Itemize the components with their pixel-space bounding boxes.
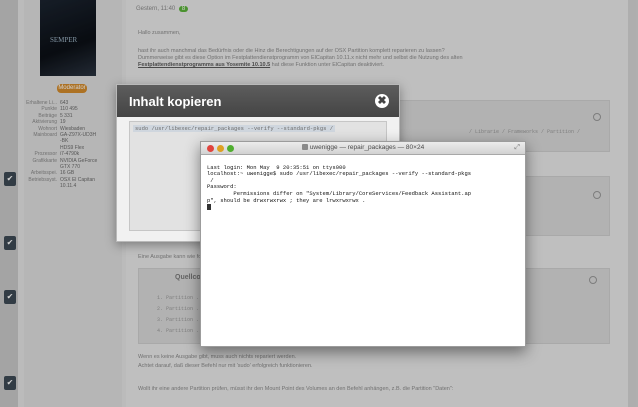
terminal-titlebar[interactable]: uwenigge — repair_packages — 80×24 ⤢	[201, 142, 525, 155]
terminal-cursor	[207, 204, 211, 211]
dialog-title: Inhalt kopieren	[129, 94, 222, 109]
selected-command-text[interactable]: sudo /usr/libexec/repair_packages --veri…	[133, 125, 336, 132]
close-icon[interactable]: ✖	[375, 94, 389, 108]
dialog-titlebar: Inhalt kopieren ✖	[117, 85, 399, 117]
home-folder-icon	[301, 144, 308, 150]
terminal-window[interactable]: uwenigge — repair_packages — 80×24 ⤢ Las…	[200, 141, 526, 347]
fullscreen-icon[interactable]: ⤢	[514, 144, 520, 152]
terminal-line-2: localhost:~ uwenigge$ sudo /usr/libexec/…	[207, 170, 472, 178]
terminal-title: uwenigge — repair_packages — 80×24	[201, 144, 525, 151]
terminal-output[interactable]: Last login: Mon May 9 20:35:51 on ttys00…	[207, 158, 519, 212]
terminal-title-text: uwenigge — repair_packages — 80×24	[309, 144, 425, 151]
terminal-line-6: p", should be drwxrwxrwx ; they are lrwx…	[207, 196, 366, 204]
